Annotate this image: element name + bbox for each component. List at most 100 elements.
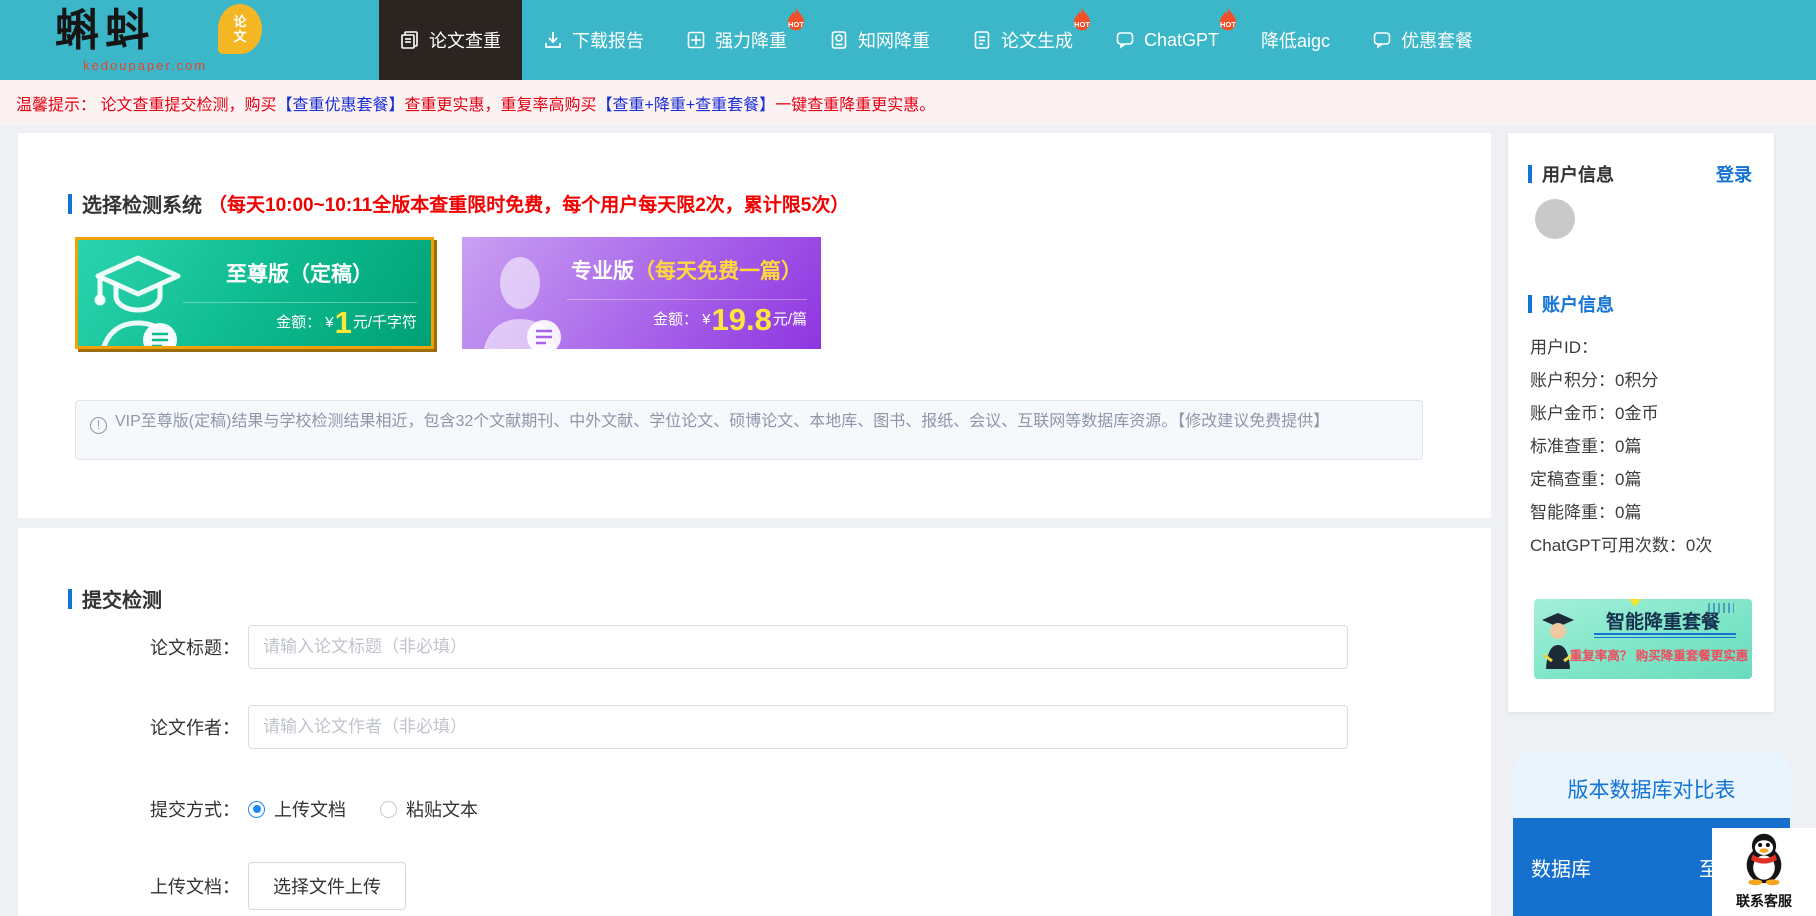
qq-contact-label: 联系客服: [1712, 891, 1816, 911]
price-value: 19.8: [711, 303, 771, 337]
paper-title-input[interactable]: [248, 625, 1348, 669]
select-system-panel: 选择检测系统 （每天10:00~10:11全版本查重限时免费，每个用户每天限2次…: [18, 133, 1491, 518]
plan-title: 至尊版（定稿）: [178, 258, 421, 288]
upload-document-row: 上传文档： 选择文件上传: [58, 862, 406, 910]
paper-title-label: 论文标题：: [58, 634, 240, 660]
paper-author-label: 论文作者：: [58, 714, 240, 740]
chat-icon: [1115, 30, 1135, 50]
submit-method-label: 提交方式：: [58, 796, 240, 822]
nav-item-label: 降低aigc: [1261, 27, 1330, 53]
hot-flame-icon: HOT: [1070, 7, 1094, 35]
radio-unselected-icon[interactable]: [380, 801, 397, 818]
banner-underline: [1594, 633, 1736, 635]
nav-item-paper-generate[interactable]: 论文生成 HOT: [951, 0, 1094, 80]
nav-item-download-report[interactable]: 下载报告: [522, 0, 665, 80]
section-title: 提交检测: [82, 584, 162, 613]
price-prefix: 金额： ¥: [276, 306, 334, 340]
notice-link-combo-package[interactable]: 【查重+降重+查重套餐】: [596, 91, 775, 115]
banner-triangle-decoration: [1626, 599, 1644, 607]
nav-item-label: 论文查重: [429, 27, 501, 53]
nav-item-lower-aigc[interactable]: 降低aigc: [1240, 0, 1351, 80]
login-link[interactable]: 登录: [1716, 161, 1752, 187]
section-accent-bar: [1528, 295, 1532, 313]
notice-text: 查重更实惠，重复率高购买: [404, 91, 596, 115]
radio-selected-icon[interactable]: [248, 801, 265, 818]
section-accent-bar: [68, 194, 72, 214]
notice-link-discount-package[interactable]: 【查重优惠套餐】: [276, 91, 404, 115]
hot-flame-icon: HOT: [1216, 7, 1240, 35]
logo-domain: kedoupaper.com: [83, 58, 207, 73]
download-icon: [543, 30, 563, 50]
nav-item-label: 知网降重: [858, 27, 930, 53]
svg-text:HOT: HOT: [788, 20, 804, 29]
choose-file-button[interactable]: 选择文件上传: [248, 862, 406, 910]
logo-speech-bubble-icon: 论文: [218, 4, 262, 54]
plan-divider: [567, 299, 807, 300]
paper-title-row: 论文标题：: [58, 625, 1348, 669]
info-icon: !: [90, 417, 107, 434]
site-logo[interactable]: 蝌蚪 论文 kedoupaper.com: [55, 2, 155, 80]
user-info-header: 用户信息: [1528, 161, 1614, 187]
chat-icon: [1372, 30, 1392, 50]
plan-title: 专业版（每天免费一篇）: [562, 255, 811, 285]
nav-item-label: ChatGPT: [1144, 30, 1219, 51]
nav-item-chatgpt[interactable]: ChatGPT HOT: [1094, 0, 1240, 80]
select-system-header: 选择检测系统 （每天10:00~10:11全版本查重限时免费，每个用户每天限2次…: [68, 189, 849, 218]
nav-item-paper-check[interactable]: 论文查重: [379, 0, 522, 80]
compare-table-title: 版本数据库对比表: [1513, 774, 1790, 804]
submit-method-options: 上传文档 粘贴文本: [248, 796, 478, 822]
account-line-chatgpt-uses: ChatGPT可用次数：0次: [1530, 529, 1712, 562]
vip-note-text: VIP至尊版(定稿)结果与学校检测结果相近，包含32个文献期刊、中外文献、学位论…: [115, 413, 1329, 430]
banner-underline: [1594, 637, 1736, 638]
radio-upload-document[interactable]: 上传文档: [248, 796, 346, 822]
section-subtitle: （每天10:00~10:11全版本查重限时免费，每个用户每天限2次，累计限5次）: [208, 190, 849, 217]
notice-text: 一键查重降重更实惠。: [775, 91, 935, 115]
radio-label: 粘贴文本: [406, 796, 478, 822]
account-line-coins: 账户金币：0金币: [1530, 397, 1712, 430]
logo-bubble-text: 论文: [232, 14, 248, 44]
svg-text:HOT: HOT: [1074, 20, 1090, 29]
radio-paste-text[interactable]: 粘贴文本: [380, 796, 478, 822]
submit-header: 提交检测: [68, 584, 162, 613]
notice-bar: 温馨提示： 论文查重提交检测，购买【查重优惠套餐】查重更实惠，重复率高购买【查重…: [0, 80, 1816, 125]
submit-detection-panel: 提交检测 论文标题： 论文作者： 提交方式： 上传文档 粘贴文本: [18, 528, 1491, 916]
doc-reduce-icon: [829, 30, 849, 50]
account-info-list: 用户ID： 账户积分：0积分 账户金币：0金币 标准查重：0篇 定稿查重：0篇 …: [1530, 331, 1712, 562]
account-info-header: 账户信息: [1528, 291, 1614, 317]
paper-author-input[interactable]: [248, 705, 1348, 749]
person-icon: [472, 249, 572, 349]
plan-card-supreme[interactable]: 至尊版（定稿） 金额： ¥ 1 元/千字符: [75, 237, 434, 349]
smart-reduce-banner[interactable]: 智能降重套餐 重复率高？ 购买降重套餐更实惠: [1534, 599, 1752, 679]
nav-item-cnki-reduce[interactable]: 知网降重: [808, 0, 951, 80]
plan-name: 专业版: [571, 260, 634, 283]
nav-item-label: 论文生成: [1001, 27, 1073, 53]
account-info-title: 账户信息: [1542, 291, 1614, 317]
plan-card-professional[interactable]: 专业版（每天免费一篇） 金额： ¥ 19.8 元/篇: [462, 237, 821, 349]
page: 蝌蚪 论文 kedoupaper.com 论文查重 下载报告: [0, 0, 1816, 916]
graduate-icon: [88, 252, 188, 349]
account-line-points: 账户积分：0积分: [1530, 364, 1712, 397]
nav-item-discount-package[interactable]: 优惠套餐: [1351, 0, 1494, 80]
submit-method-row: 提交方式： 上传文档 粘贴文本: [58, 796, 478, 822]
price-suffix: 元/千字符: [353, 306, 417, 340]
nav-item-strong-reduce[interactable]: 强力降重 HOT: [665, 0, 808, 80]
qq-penguin-icon: [1738, 830, 1790, 886]
price-suffix: 元/篇: [773, 303, 807, 337]
avatar[interactable]: [1535, 199, 1575, 239]
price-prefix: 金额： ¥: [653, 303, 711, 337]
paper-author-row: 论文作者：: [58, 705, 1348, 749]
radio-label: 上传文档: [274, 796, 346, 822]
banner-title: 智能降重套餐: [1578, 607, 1748, 634]
account-line-final-check: 定稿查重：0篇: [1530, 463, 1712, 496]
user-info-title: 用户信息: [1542, 161, 1614, 187]
notice-text: 温馨提示： 论文查重提交检测，购买: [16, 91, 276, 115]
banner-subtitle: 重复率高？ 购买降重套餐更实惠: [1568, 645, 1750, 664]
plan-name: 至尊版（定稿）: [226, 263, 373, 286]
upload-document-label: 上传文档：: [58, 873, 240, 899]
sidebar-user-panel: 用户信息 登录 账户信息 用户ID： 账户积分：0积分 账户金币：0金币 标准查…: [1508, 133, 1774, 712]
compare-col-database: 数据库: [1531, 853, 1591, 882]
account-line-user-id: 用户ID：: [1530, 331, 1712, 364]
nav-item-label: 下载报告: [572, 27, 644, 53]
plan-divider: [183, 302, 417, 303]
qq-contact-widget[interactable]: 联系客服: [1712, 828, 1816, 916]
